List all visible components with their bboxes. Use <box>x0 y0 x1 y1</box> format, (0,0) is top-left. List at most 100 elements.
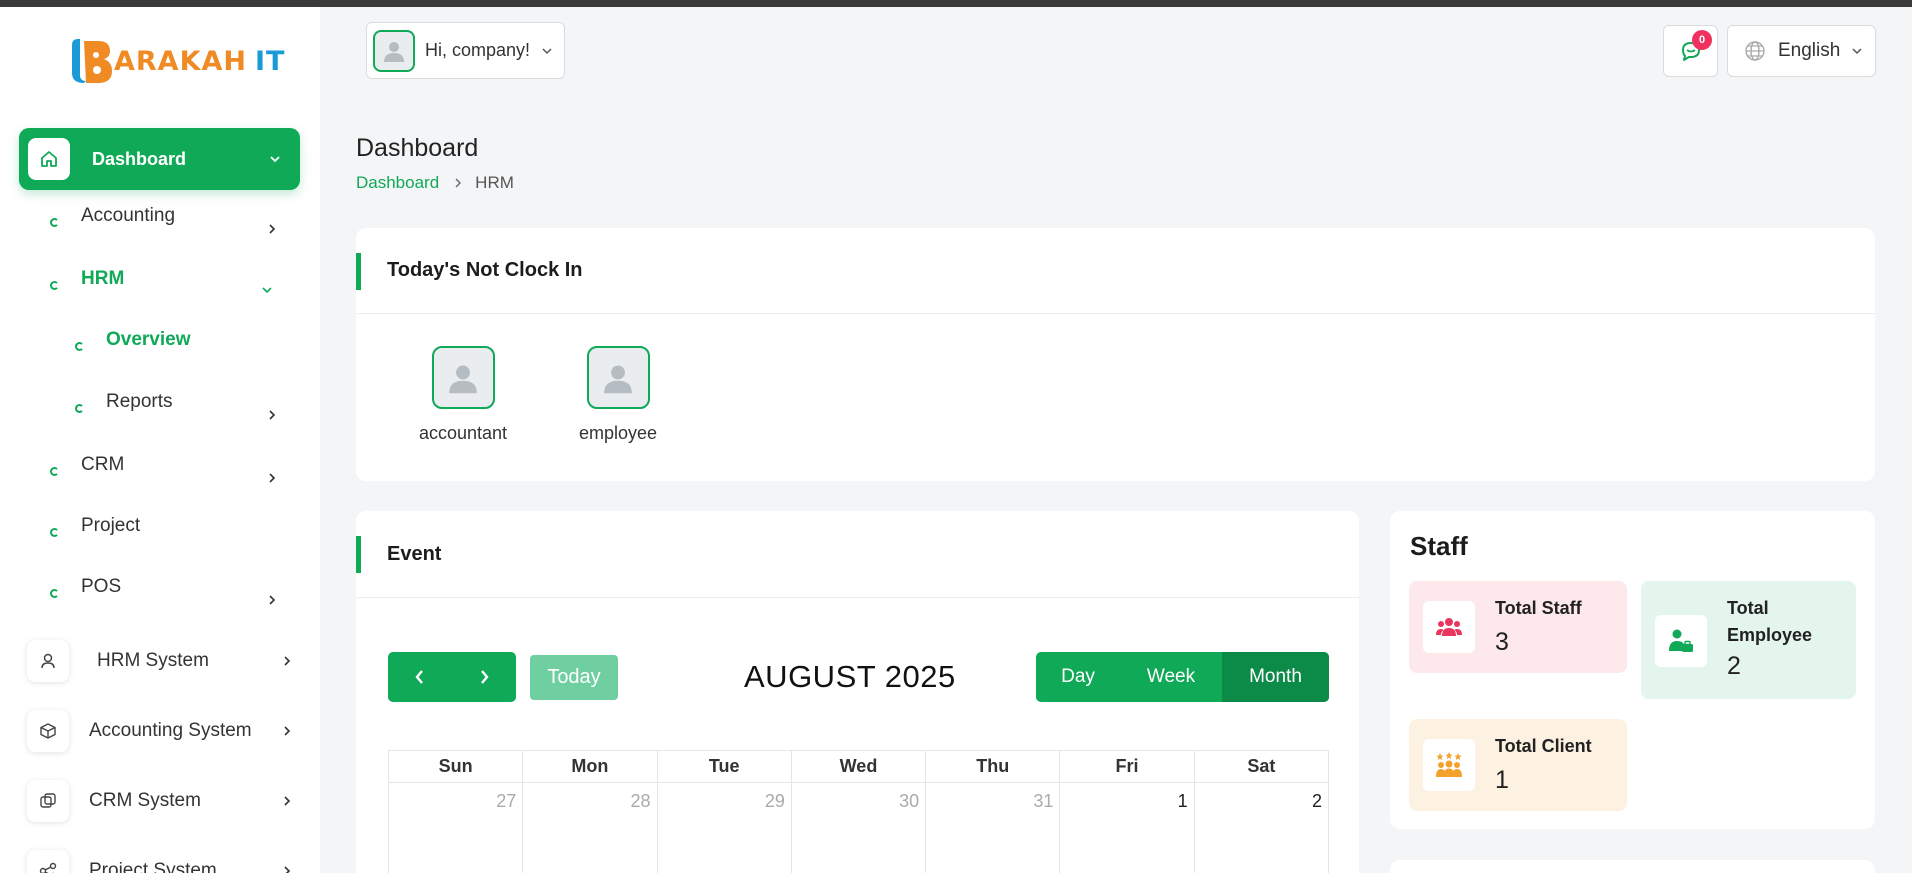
stat-value: 3 <box>1495 628 1509 656</box>
staff-card: Staff Total Staff 3 Total Employee 2 Tot… <box>1390 511 1875 829</box>
calendar-day-cell[interactable]: 1 <box>1060 783 1195 873</box>
today-button[interactable]: Today <box>530 655 618 700</box>
card-header: Event <box>356 511 1359 598</box>
total-employee-stat: Total Employee 2 <box>1641 581 1856 699</box>
language-label: English <box>1778 40 1841 61</box>
weekday-header: Sat <box>1247 756 1276 776</box>
user-greeting: Hi, company! <box>425 40 531 60</box>
share-icon <box>27 850 69 873</box>
next-month-button[interactable] <box>452 652 516 702</box>
sidebar-item-label: Project System <box>89 860 217 873</box>
bullet-icon <box>50 218 59 227</box>
sidebar-item-label: Project <box>81 515 141 536</box>
stat-value: 1 <box>1495 766 1509 794</box>
calendar-day-cell[interactable]: 31 <box>926 783 1061 873</box>
card-accent <box>356 253 361 290</box>
employee-item[interactable]: accountant <box>403 346 523 444</box>
sidebar-item-label: HRM <box>81 268 125 289</box>
breadcrumb-link-dashboard[interactable]: Dashboard <box>356 173 439 193</box>
chevron-right-icon <box>284 796 291 806</box>
sidebar-item-label: Accounting <box>81 205 176 226</box>
page-title: Dashboard <box>356 134 479 162</box>
chevron-right-icon <box>455 178 462 188</box>
sidebar-item-accounting-system[interactable]: Accounting System <box>27 709 297 753</box>
stat-label: Total Staff <box>1495 598 1582 618</box>
sidebar-item-hrm-system[interactable]: HRM System <box>27 639 297 683</box>
weekday-header: Thu <box>926 751 1061 782</box>
calendar-nav <box>388 652 516 702</box>
avatar <box>586 346 650 409</box>
calendar-weekday-row: Sun Mon Tue Wed Thu Fri Sat <box>388 750 1329 783</box>
calendar-grid: Sun Mon Tue Wed Thu Fri Sat 27 28 29 30 … <box>388 750 1329 873</box>
chevron-right-icon <box>284 866 291 873</box>
stat-label: Total Employee <box>1727 598 1813 645</box>
sidebar-item-crm-system[interactable]: CRM System <box>27 779 297 823</box>
not-clock-in-card: Today's Not Clock In accountant employee <box>356 228 1875 481</box>
bullet-icon <box>75 404 84 413</box>
bullet-icon <box>50 589 59 598</box>
weekday-header: Fri <box>1060 751 1195 782</box>
sidebar-item-label: Accounting System <box>89 720 252 741</box>
next-card <box>1390 860 1875 873</box>
stat-value: 2 <box>1727 652 1741 680</box>
chevron-down-icon <box>1852 48 1862 55</box>
chevron-right-icon <box>481 670 489 684</box>
event-card: Event Today AUGUST 2025 Day Week Month S… <box>356 511 1359 873</box>
sidebar-item-label: POS <box>81 576 122 597</box>
chevron-left-icon <box>415 670 423 684</box>
employee-icon <box>1655 615 1707 667</box>
sidebar-item-label: CRM System <box>89 790 201 811</box>
calendar-day-cell[interactable]: 27 <box>389 783 524 873</box>
language-selector[interactable]: English <box>1727 25 1876 77</box>
stat-label: Total Client <box>1495 736 1592 756</box>
breadcrumb: Dashboard HRM <box>356 173 514 193</box>
bullet-icon <box>75 342 84 351</box>
messages-button[interactable]: 0 <box>1663 25 1718 77</box>
chevron-right-icon <box>269 224 276 234</box>
chevron-right-icon <box>284 656 291 666</box>
brand-name: ARAKAH IT <box>114 45 286 77</box>
chevron-down-icon <box>262 287 272 294</box>
card-header: Today's Not Clock In <box>356 228 1875 314</box>
calendar-view-switcher: Day Week Month <box>1036 652 1329 702</box>
user-menu-button[interactable]: Hi, company! <box>366 22 565 79</box>
calendar-day-cell[interactable]: 2 <box>1195 783 1328 873</box>
chevron-right-icon <box>269 410 276 420</box>
weekday-header: Mon <box>523 751 658 782</box>
card-title: Today's Not Clock In <box>387 259 583 281</box>
box-icon <box>27 710 69 752</box>
brand-logo[interactable]: ARAKAH IT <box>66 33 285 89</box>
layers-icon <box>27 780 69 822</box>
calendar-day-cell[interactable]: 29 <box>658 783 792 873</box>
clients-icon <box>1423 739 1475 791</box>
user-icon <box>27 640 69 682</box>
view-week-button[interactable]: Week <box>1120 652 1222 702</box>
sidebar-item-label: Reports <box>106 391 173 412</box>
chevron-right-icon <box>269 473 276 483</box>
calendar-day-cell[interactable]: 30 <box>792 783 927 873</box>
employee-name: employee <box>578 423 658 443</box>
weekday-header: Tue <box>658 751 792 782</box>
users-icon <box>1423 601 1475 653</box>
total-client-stat: Total Client 1 <box>1409 719 1627 811</box>
view-day-button[interactable]: Day <box>1036 652 1120 702</box>
chevron-down-icon <box>542 47 552 54</box>
chevron-down-icon <box>270 156 280 163</box>
prev-month-button[interactable] <box>388 652 452 702</box>
employee-item[interactable]: employee <box>558 346 678 444</box>
sidebar-item-label: Dashboard <box>92 148 187 169</box>
card-title: Event <box>387 542 442 565</box>
bullet-icon <box>50 467 59 476</box>
calendar-week-row: 27 28 29 30 31 1 2 <box>388 783 1329 873</box>
sidebar-item-dashboard[interactable]: Dashboard <box>19 128 300 190</box>
avatar <box>431 346 495 409</box>
chevron-right-icon <box>269 595 276 605</box>
total-staff-stat: Total Staff 3 <box>1409 581 1627 673</box>
card-title: Staff <box>1410 531 1468 561</box>
calendar-day-cell[interactable]: 28 <box>523 783 658 873</box>
view-month-button[interactable]: Month <box>1222 652 1329 702</box>
brand-logo-icon <box>72 39 112 83</box>
employee-name: accountant <box>418 423 508 443</box>
avatar <box>373 29 415 72</box>
sidebar-item-project-system[interactable]: Project System <box>27 849 297 873</box>
